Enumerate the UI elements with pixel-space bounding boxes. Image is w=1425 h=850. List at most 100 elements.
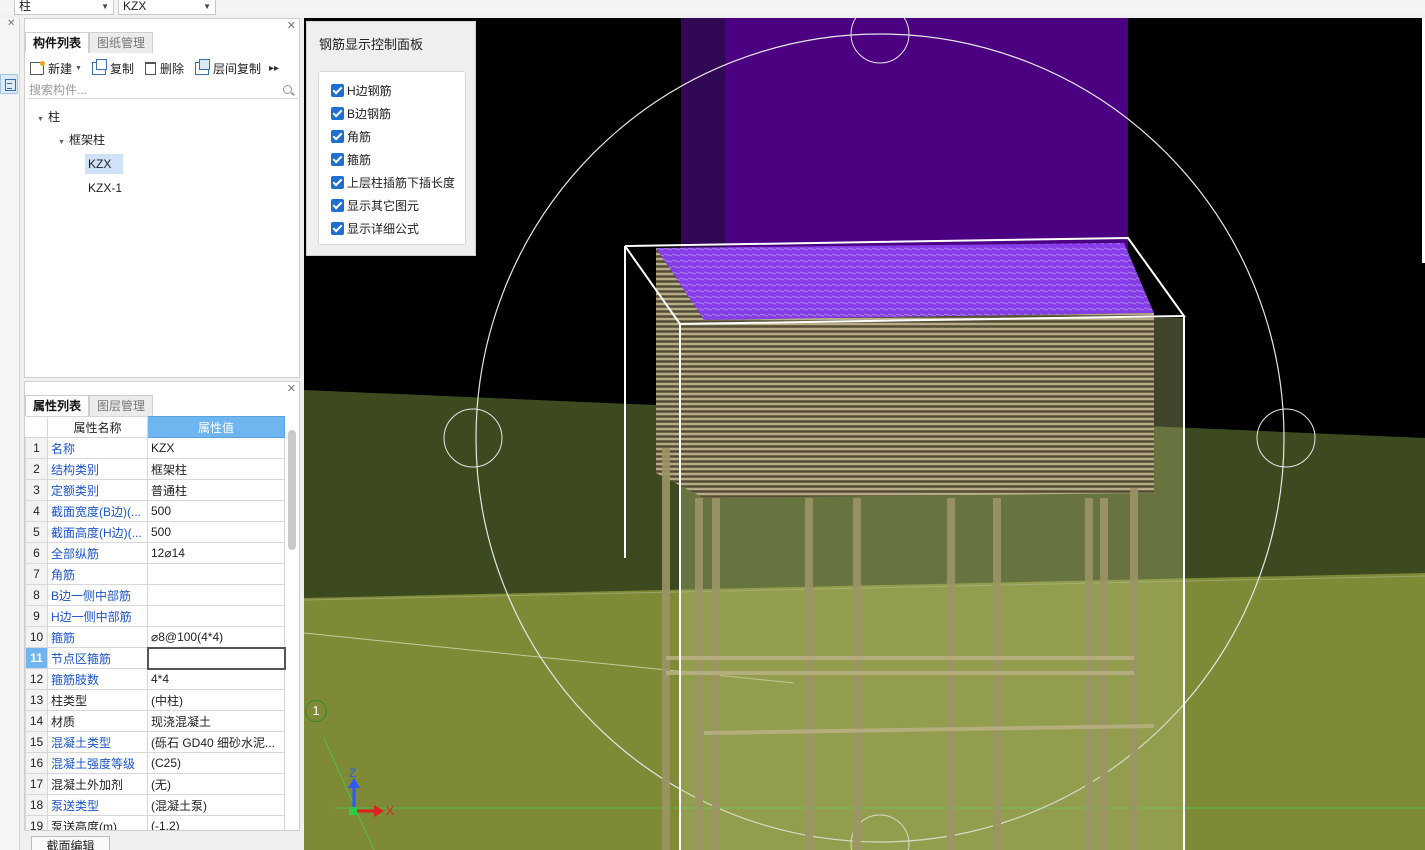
property-value[interactable] — [146, 646, 286, 670]
grid-axis-marker[interactable]: 1 — [305, 700, 327, 722]
checkbox-upper-dowel-length[interactable]: 上层柱插筋下插长度 — [331, 174, 455, 191]
more-icon[interactable]: ▸▸ — [269, 63, 279, 74]
table-row[interactable]: 3 定额类别 普通柱 — [25, 479, 285, 501]
property-name: 箍筋 — [47, 626, 148, 648]
table-row[interactable]: 12 箍筋肢数 4*4 — [25, 668, 285, 690]
table-row[interactable]: 4 截面宽度(B边)(... 500 — [25, 500, 285, 522]
checkbox-checked-icon[interactable] — [331, 130, 344, 143]
property-value[interactable]: 4*4 — [147, 668, 285, 690]
table-row[interactable]: 5 截面高度(H边)(... 500 — [25, 521, 285, 543]
checkbox-show-other-elements[interactable]: 显示其它图元 — [331, 197, 419, 214]
property-name: H边一侧中部筋 — [47, 605, 148, 627]
checkbox-checked-icon[interactable] — [331, 107, 344, 120]
property-value[interactable]: 框架柱 — [147, 458, 285, 480]
table-row[interactable]: 7 角筋 — [25, 563, 285, 585]
tree-item-kzx-1[interactable]: KZX-1 — [88, 178, 122, 198]
checkbox-checked-icon[interactable] — [331, 222, 344, 235]
table-row[interactable]: 10 箍筋 ⌀8@100(4*4) — [25, 626, 285, 648]
property-value[interactable]: (混凝土泵) — [147, 794, 285, 816]
tab-component-list[interactable]: 构件列表 — [25, 32, 90, 53]
property-name: 混凝土强度等级 — [47, 752, 148, 774]
table-row[interactable]: 9 H边一侧中部筋 — [25, 605, 285, 627]
table-row[interactable]: 16 混凝土强度等级 (C25) — [25, 752, 285, 774]
row-index: 18 — [25, 794, 48, 816]
property-value[interactable]: (无) — [147, 773, 285, 795]
search-icon[interactable] — [283, 85, 292, 94]
rebar-display-control-panel: 钢筋显示控制面板 H边钢筋 B边钢筋 角筋 箍筋 上层柱插筋下插长度 显示其它图… — [306, 21, 476, 256]
caret-down-icon[interactable]: ▼ — [58, 139, 65, 146]
table-row[interactable]: 15 混凝土类型 (砾石 GD40 细砂水泥... — [25, 731, 285, 753]
close-icon[interactable]: ✕ — [7, 18, 15, 29]
section-edit-button[interactable]: 截面编辑 — [31, 836, 110, 850]
delete-button[interactable]: 删除 — [144, 60, 184, 77]
tree-node-column[interactable]: ▼ 柱 — [37, 107, 60, 127]
checkbox-checked-icon[interactable] — [331, 176, 344, 189]
left-dock-strip: ✕ — [0, 18, 20, 850]
component-select[interactable]: KZX ▼ — [118, 0, 216, 15]
copy-button[interactable]: 复制 — [91, 58, 134, 77]
new-button[interactable]: 新建 ▼ — [30, 60, 82, 77]
table-row[interactable]: 19 泵送高度(m) (-1.2) — [25, 815, 285, 830]
element-type-select[interactable]: 柱 ▼ — [14, 0, 114, 15]
property-name: 箍筋肢数 — [47, 668, 148, 690]
checkbox-stirrup[interactable]: 箍筋 — [331, 151, 371, 168]
property-value[interactable]: 现浇混凝土 — [147, 710, 285, 732]
floor-copy-button[interactable]: 层间复制 — [194, 58, 261, 77]
checkbox-b-side-rebar[interactable]: B边钢筋 — [331, 105, 391, 122]
property-value[interactable]: (-1.2) — [147, 815, 285, 830]
copy-label: 复制 — [109, 61, 134, 76]
checkbox-label: B边钢筋 — [347, 107, 392, 121]
property-value[interactable]: ⌀8@100(4*4) — [147, 626, 285, 648]
tab-layer-management[interactable]: 图层管理 — [89, 395, 154, 416]
tree-item-kzx[interactable]: KZX — [85, 154, 124, 174]
close-icon[interactable]: ✕ — [287, 19, 296, 32]
property-value[interactable] — [147, 584, 285, 606]
property-value[interactable]: 12⌀14 — [147, 542, 285, 564]
axis-z-label: Z — [349, 766, 357, 780]
checkbox-show-detail-formula[interactable]: 显示详细公式 — [331, 220, 419, 237]
property-name: 结构类别 — [47, 458, 148, 480]
table-row[interactable]: 8 B边一侧中部筋 — [25, 584, 285, 606]
tree-group-label: 框架柱 — [68, 133, 105, 147]
table-row[interactable]: 6 全部纵筋 12⌀14 — [25, 542, 285, 564]
table-row[interactable]: 13 柱类型 (中柱) — [25, 689, 285, 711]
tab-drawing-management[interactable]: 图纸管理 — [89, 32, 154, 53]
rebar-cage-front — [704, 313, 1154, 498]
property-value[interactable] — [147, 563, 285, 585]
tree-node-frame-column[interactable]: ▼ 框架柱 — [58, 130, 105, 150]
property-name: 泵送类型 — [47, 794, 148, 816]
property-value[interactable]: KZX — [147, 437, 285, 459]
property-value[interactable]: 500 — [147, 521, 285, 543]
checkbox-checked-icon[interactable] — [331, 84, 344, 97]
row-index: 10 — [25, 626, 48, 648]
property-value[interactable]: 500 — [147, 500, 285, 522]
table-row[interactable]: 1 名称 KZX — [25, 437, 285, 459]
checkbox-h-side-rebar[interactable]: H边钢筋 — [331, 82, 392, 99]
property-value[interactable] — [147, 605, 285, 627]
close-icon[interactable]: ✕ — [287, 382, 296, 395]
property-value[interactable]: (C25) — [147, 752, 285, 774]
property-value[interactable]: (砾石 GD40 细砂水泥... — [147, 731, 285, 753]
table-row[interactable]: 14 材质 现浇混凝土 — [25, 710, 285, 732]
table-row[interactable]: 17 混凝土外加剂 (无) — [25, 773, 285, 795]
property-value[interactable]: (中柱) — [147, 689, 285, 711]
trash-icon — [144, 61, 156, 75]
table-row[interactable]: 18 泵送类型 (混凝土泵) — [25, 794, 285, 816]
header-property-name: 属性名称 — [47, 416, 148, 438]
table-row[interactable]: 11 节点区箍筋 — [25, 646, 286, 670]
tab-property-list[interactable]: 属性列表 — [25, 395, 90, 416]
property-scrollbar[interactable] — [288, 430, 296, 550]
property-value[interactable]: 普通柱 — [147, 479, 285, 501]
list-view-icon[interactable] — [0, 74, 18, 94]
table-row[interactable]: 2 结构类别 框架柱 — [25, 458, 285, 480]
search-input[interactable]: 搜索构件... — [27, 81, 298, 99]
checkbox-checked-icon[interactable] — [331, 199, 344, 212]
property-name: 截面宽度(B边)(... — [47, 500, 148, 522]
row-index: 2 — [25, 458, 48, 480]
caret-down-icon[interactable]: ▼ — [37, 116, 44, 123]
row-index: 6 — [25, 542, 48, 564]
chevron-down-icon[interactable]: ▼ — [75, 65, 82, 72]
checkbox-corner-rebar[interactable]: 角筋 — [331, 128, 371, 145]
row-index: 17 — [25, 773, 48, 795]
checkbox-checked-icon[interactable] — [331, 153, 344, 166]
